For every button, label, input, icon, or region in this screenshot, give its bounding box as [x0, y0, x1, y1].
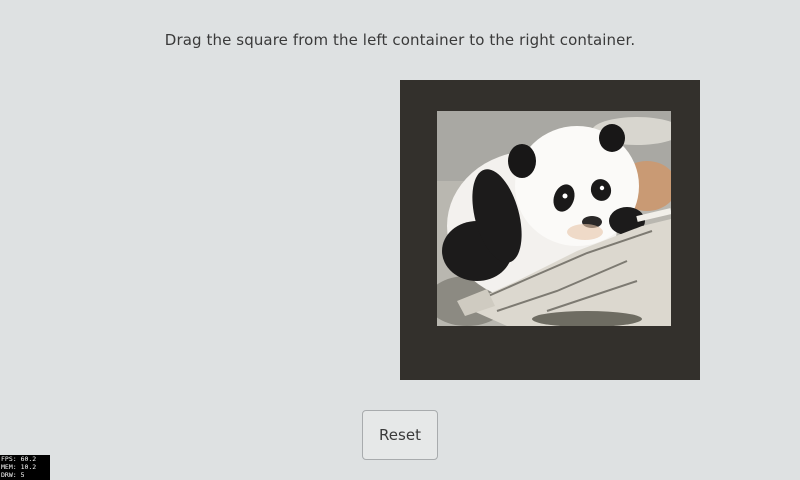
right-container[interactable]: [400, 80, 700, 380]
drag-task-page: Drag the square from the left container …: [0, 0, 800, 480]
panda-image: [437, 111, 671, 326]
mem-readout: MEM: 10.2: [1, 463, 37, 471]
performance-stats: FPS: 60.2 MEM: 10.2 DRW: 5: [0, 455, 50, 480]
draggable-square[interactable]: [437, 111, 671, 326]
drw-readout: DRW: 5: [1, 471, 25, 479]
reset-button[interactable]: Reset: [362, 410, 438, 460]
instruction-text: Drag the square from the left container …: [164, 31, 636, 49]
fps-readout: FPS: 60.2: [1, 455, 37, 463]
left-container[interactable]: [100, 80, 400, 380]
